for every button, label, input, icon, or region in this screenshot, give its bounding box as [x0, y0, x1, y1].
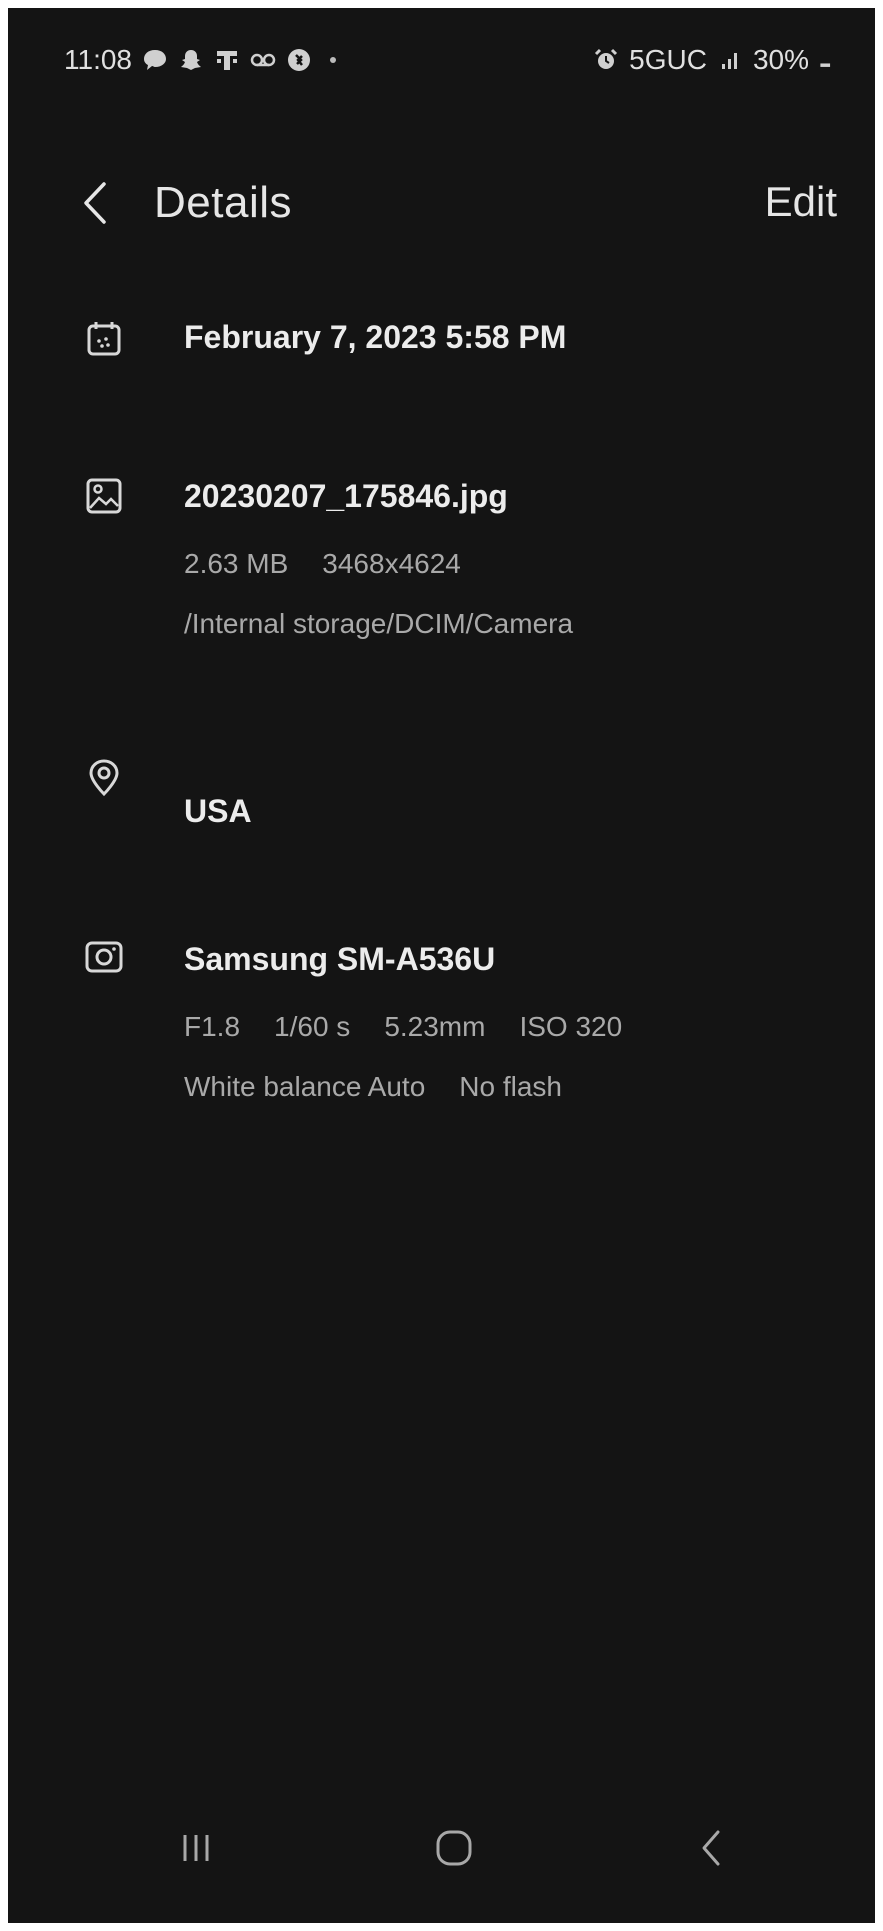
- date-taken: February 7, 2023 5:58 PM: [184, 319, 567, 355]
- battery-icon: [820, 63, 831, 67]
- signal-icon: [721, 53, 737, 69]
- network-type: 5GUC: [629, 44, 707, 75]
- shutter-speed: 1/60 s: [274, 1011, 351, 1042]
- file-resolution: 3468x4624: [322, 548, 461, 579]
- focal-length: 5.23mm: [384, 1011, 486, 1042]
- battery-percent: 30%: [752, 44, 809, 75]
- system-nav-bar: [8, 1773, 875, 1923]
- voicemail-icon: [250, 53, 276, 67]
- shazam-icon: [288, 49, 310, 71]
- location-pin-icon: [89, 759, 119, 797]
- recents-button[interactable]: [166, 1823, 226, 1873]
- capture-settings-row: White balance Auto No flash: [184, 1071, 562, 1103]
- page-title: Details: [154, 178, 292, 227]
- camera-icon: [85, 941, 123, 973]
- details-screen: 11:08 5GUC 30% Details Edit February 7, …: [8, 8, 875, 1923]
- status-bar: 11:08 5GUC 30%: [8, 8, 875, 118]
- recents-icon: [183, 1835, 209, 1861]
- flash-status: No flash: [459, 1071, 562, 1102]
- location-value: USA: [184, 793, 252, 829]
- home-icon: [436, 1830, 472, 1866]
- status-time: 11:08: [64, 44, 132, 75]
- file-name: 20230207_175846.jpg: [184, 478, 508, 514]
- file-path: /Internal storage/DCIM/Camera: [184, 608, 574, 639]
- calendar-icon: [87, 322, 121, 356]
- status-right: 5GUC 30%: [593, 44, 837, 76]
- white-balance: White balance Auto: [184, 1071, 426, 1102]
- snapchat-icon: [181, 50, 201, 70]
- image-icon: [86, 478, 122, 514]
- file-size: 2.63 MB: [184, 548, 289, 579]
- nav-back-button[interactable]: [680, 1823, 740, 1873]
- exposure-row: F1.8 1/60 s 5.23mm ISO 320: [184, 1011, 622, 1043]
- edit-button[interactable]: Edit: [765, 178, 837, 226]
- app-header: Details Edit: [8, 158, 875, 248]
- t-mobile-icon: [217, 51, 237, 70]
- back-icon: [702, 1830, 720, 1866]
- notification-dot: [330, 57, 336, 63]
- camera-model: Samsung SM-A536U: [184, 941, 496, 977]
- aperture: F1.8: [184, 1011, 241, 1042]
- home-button[interactable]: [424, 1823, 484, 1873]
- alarm-icon: [595, 48, 618, 69]
- back-button[interactable]: [74, 176, 114, 230]
- chevron-left-icon: [84, 182, 106, 224]
- message-icon: [144, 50, 166, 70]
- file-info-row: 2.63 MB 3468x4624: [184, 548, 461, 580]
- iso: ISO 320: [519, 1011, 623, 1042]
- status-left: 11:08: [64, 44, 336, 76]
